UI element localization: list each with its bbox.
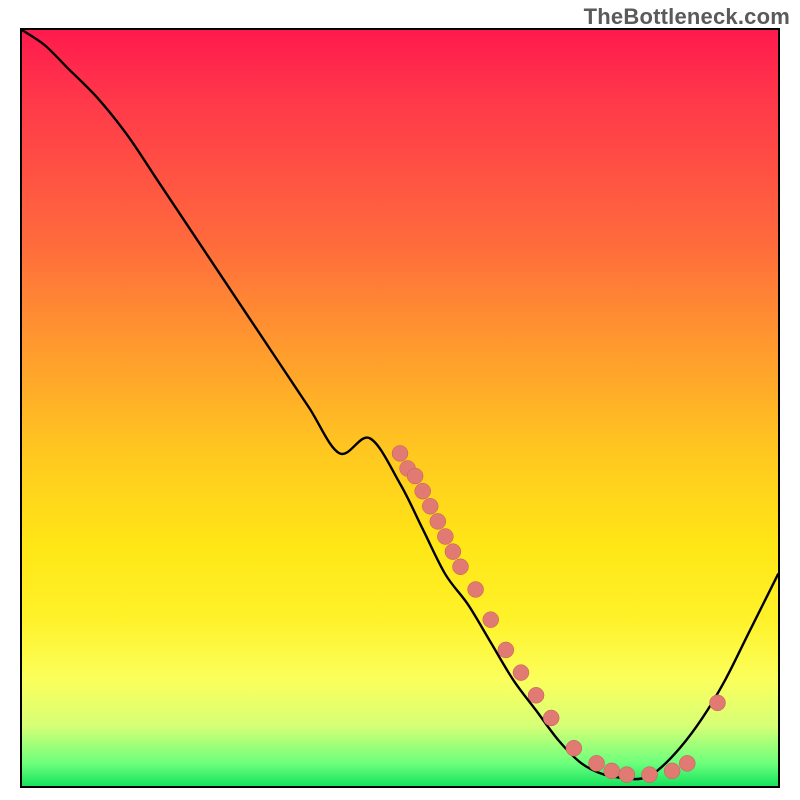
highlighted-point — [415, 483, 431, 499]
highlighted-point — [679, 755, 695, 771]
highlighted-point — [430, 513, 446, 529]
highlighted-point — [392, 445, 408, 461]
highlighted-point — [513, 665, 529, 681]
bottleneck-curve — [22, 30, 778, 779]
highlighted-point — [589, 755, 605, 771]
chart-stage: TheBottleneck.com — [0, 0, 800, 800]
highlighted-point — [437, 529, 453, 545]
highlighted-point — [566, 740, 582, 756]
highlighted-point — [641, 767, 657, 783]
plot-frame — [20, 28, 780, 788]
highlighted-point — [710, 695, 726, 711]
highlighted-point — [445, 544, 461, 560]
highlighted-points-group — [392, 445, 726, 782]
highlighted-point — [619, 767, 635, 783]
highlighted-point — [528, 687, 544, 703]
highlighted-point — [664, 763, 680, 779]
highlighted-point — [422, 498, 438, 514]
highlighted-point — [407, 468, 423, 484]
highlighted-point — [498, 642, 514, 658]
highlighted-point — [468, 581, 484, 597]
highlighted-point — [604, 763, 620, 779]
highlighted-point — [543, 710, 559, 726]
highlighted-point — [483, 612, 499, 628]
highlighted-point — [452, 559, 468, 575]
plot-svg — [22, 30, 778, 786]
watermark-text: TheBottleneck.com — [584, 4, 790, 30]
